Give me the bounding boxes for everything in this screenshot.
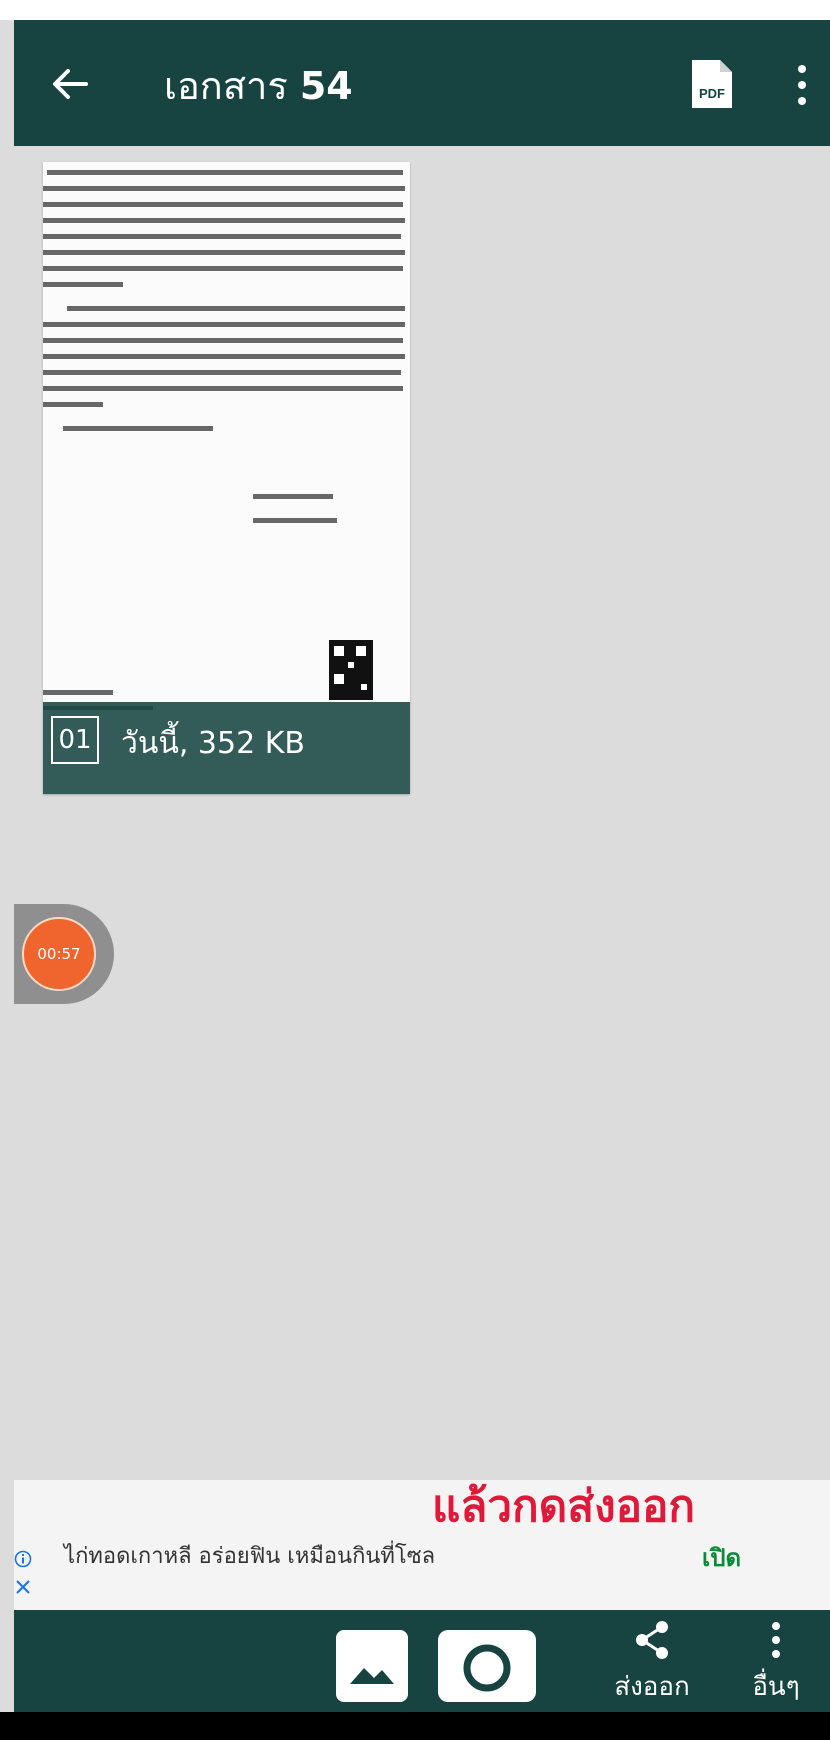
more-vertical-icon	[798, 65, 806, 105]
bottom-toolbar: ส่งออก อื่นๆ	[14, 1610, 830, 1712]
document-scan-preview	[43, 170, 405, 710]
title-number: 54	[299, 64, 353, 108]
pdf-file-icon: PDF	[692, 60, 732, 108]
share-button[interactable]: ส่งออก	[602, 1620, 702, 1708]
gallery-button[interactable]	[336, 1630, 408, 1702]
recorder-timer: 00:57	[22, 917, 96, 991]
more-vertical-icon	[772, 1622, 780, 1658]
title-prefix: เอกสาร	[164, 64, 288, 108]
page-number-badge: 01	[51, 716, 99, 764]
camera-icon	[463, 1644, 511, 1692]
document-meta: วันนี้, 352 KB	[121, 726, 305, 761]
camera-button[interactable]	[438, 1630, 536, 1702]
close-icon[interactable]	[14, 1578, 32, 1596]
image-icon	[350, 1668, 394, 1684]
info-icon[interactable]	[14, 1550, 32, 1568]
more-options-button[interactable]	[792, 62, 812, 108]
page-title: เอกสาร 54	[164, 67, 353, 105]
pdf-icon-label: PDF	[699, 86, 725, 101]
export-pdf-button[interactable]: PDF	[690, 58, 734, 110]
arrow-left-icon	[53, 69, 88, 99]
other-options-button[interactable]: อื่นๆ	[736, 1620, 816, 1708]
share-icon	[636, 1621, 668, 1659]
status-bar	[0, 0, 830, 20]
back-button[interactable]	[44, 58, 96, 110]
app-bar: เอกสาร 54 PDF	[14, 20, 830, 146]
ad-open-button[interactable]: เปิด	[702, 1538, 741, 1577]
system-nav-bar	[0, 1712, 830, 1740]
ad-text: ไก่ทอดเกาหลี อร่อยฟิน เหมือนกินที่โซล	[64, 1544, 436, 1569]
screen-recorder-bubble[interactable]: 00:57	[14, 904, 114, 1004]
other-label: อื่นๆ	[752, 1672, 800, 1702]
share-label: ส่งออก	[614, 1672, 690, 1702]
ad-overlay-caption: แล้วกดส่งออก	[432, 1481, 696, 1532]
document-info-overlay: 01 วันนี้, 352 KB	[43, 702, 410, 794]
document-page-thumbnail[interactable]: 01 วันนี้, 352 KB	[43, 162, 410, 794]
ad-banner[interactable]: แล้วกดส่งออก ไก่ทอดเกาหลี อร่อยฟิน เหมือ…	[14, 1480, 830, 1610]
